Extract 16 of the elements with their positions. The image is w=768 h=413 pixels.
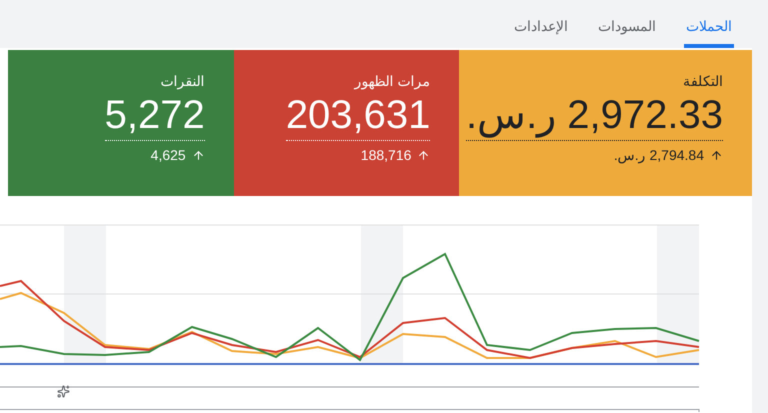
previous-value: 4,625 <box>150 146 186 165</box>
metric-value: 203,631 <box>286 92 430 141</box>
previous-value: 188,716 <box>360 146 412 165</box>
metric-label: مرات الظهور <box>354 72 430 90</box>
arrow-up-icon <box>417 149 430 162</box>
tab[interactable]: الإعدادات <box>512 0 570 48</box>
metric-label: التكلفة <box>683 72 723 90</box>
metric-value: 5,272 <box>104 92 205 141</box>
sparkle-icon[interactable] <box>57 385 70 398</box>
arrow-up-icon <box>710 149 723 162</box>
metric-card[interactable]: التكلفة 2,972.33 ر.س. 2,794.84 ر.س. <box>459 50 752 196</box>
metric-label: النقرات <box>160 72 205 90</box>
metric-value: 2,972.33 ر.س. <box>466 92 723 141</box>
tab[interactable]: المسودات <box>596 0 658 48</box>
previous-value: 2,794.84 ر.س. <box>614 146 704 166</box>
arrow-up-icon <box>192 149 205 162</box>
